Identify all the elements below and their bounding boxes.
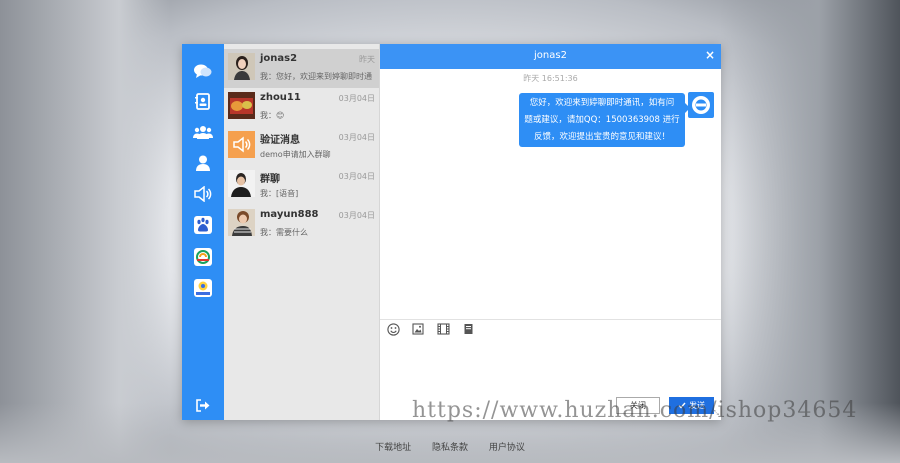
message-bubble: 您好，欢迎来到婷聊即时通讯，如有问 题或建议，请加QQ：1500363908 进… (519, 93, 690, 147)
conversation-name: zhou11 (260, 92, 301, 103)
avatar (228, 131, 255, 158)
conversation-name: jonas2 (260, 53, 298, 64)
close-icon[interactable]: × (705, 48, 715, 62)
message-input[interactable] (384, 340, 721, 398)
sender-avatar (688, 92, 714, 118)
conversation-list: jonas2 昨天 我：您好，欢迎来到婷聊即时通 zhou11 03月04日 我… (224, 44, 380, 420)
conversation-preview: 我：[语音] (260, 189, 299, 198)
side-rail (182, 44, 224, 420)
conversation-preview: 我：😊 (260, 111, 285, 120)
footer-links: 下载地址 隐私条款 用户协议 (0, 440, 900, 453)
tencent-video-icon[interactable] (191, 246, 215, 268)
input-toolbar (386, 322, 475, 336)
conversation-item-verification[interactable]: 验证消息 03月04日 demo申请加入群聊 (224, 127, 379, 166)
chat-window: jonas2 昨天 我：您好，欢迎来到婷聊即时通 zhou11 03月04日 我… (182, 44, 721, 420)
image-icon[interactable] (411, 322, 425, 336)
conversation-preview: demo申请加入群聊 (260, 150, 331, 159)
chat-header: jonas2 × (380, 44, 721, 69)
chat-title: jonas2 (534, 50, 567, 61)
watermark-text: https://www.huzhan.com/ishop34654 (412, 398, 858, 423)
user-icon[interactable] (191, 152, 215, 174)
conversation-name: 验证消息 (260, 135, 300, 146)
privacy-link[interactable]: 隐私条款 (432, 443, 468, 453)
conversation-time: 03月04日 (338, 211, 375, 220)
avatar (228, 209, 255, 236)
message-line: 反馈，欢迎提出宝贵的意见和建议！ (533, 132, 670, 142)
chat-icon[interactable] (191, 60, 215, 82)
conversation-time: 03月04日 (338, 133, 375, 142)
conversation-time: 03月04日 (338, 172, 375, 181)
map-app-icon[interactable] (191, 277, 215, 299)
conversation-time: 昨天 (359, 55, 375, 64)
message-line: 您好，欢迎来到婷聊即时通讯，如有问 (529, 98, 675, 108)
avatar (228, 53, 255, 80)
agreement-link[interactable]: 用户协议 (489, 443, 525, 453)
speaker-icon[interactable] (191, 183, 215, 205)
conversation-time: 03月04日 (338, 94, 375, 103)
avatar (228, 170, 255, 197)
conversation-preview: 我：您好，欢迎来到婷聊即时通 (260, 72, 372, 81)
contacts-icon[interactable] (191, 90, 215, 112)
emoji-icon[interactable] (386, 322, 400, 336)
download-link[interactable]: 下载地址 (375, 443, 411, 453)
conversation-name: mayun888 (260, 209, 319, 220)
conversation-name: 群聊 (260, 174, 280, 185)
file-icon[interactable] (461, 322, 475, 336)
conversation-item-mayun888[interactable]: mayun888 03月04日 我：需要什么 (224, 205, 379, 244)
group-icon[interactable] (191, 121, 215, 143)
avatar (228, 92, 255, 119)
message-line: 题或建议，请加QQ：1500363908 进行 (524, 115, 680, 125)
conversation-item-group[interactable]: 群聊 03月04日 我：[语音] (224, 166, 379, 205)
baidu-icon[interactable] (191, 214, 215, 236)
conversation-item-jonas2[interactable]: jonas2 昨天 我：您好，欢迎来到婷聊即时通 (224, 49, 379, 88)
video-icon[interactable] (436, 322, 450, 336)
conversation-preview: 我：需要什么 (260, 228, 308, 237)
message-timestamp: 昨天 16:51:36 (523, 74, 578, 83)
logout-icon[interactable] (191, 394, 215, 416)
chat-panel: jonas2 × 昨天 16:51:36 您好，欢迎来到婷聊即时通讯，如有问 题… (380, 44, 721, 420)
conversation-item-zhou11[interactable]: zhou11 03月04日 我：😊 (224, 88, 379, 127)
